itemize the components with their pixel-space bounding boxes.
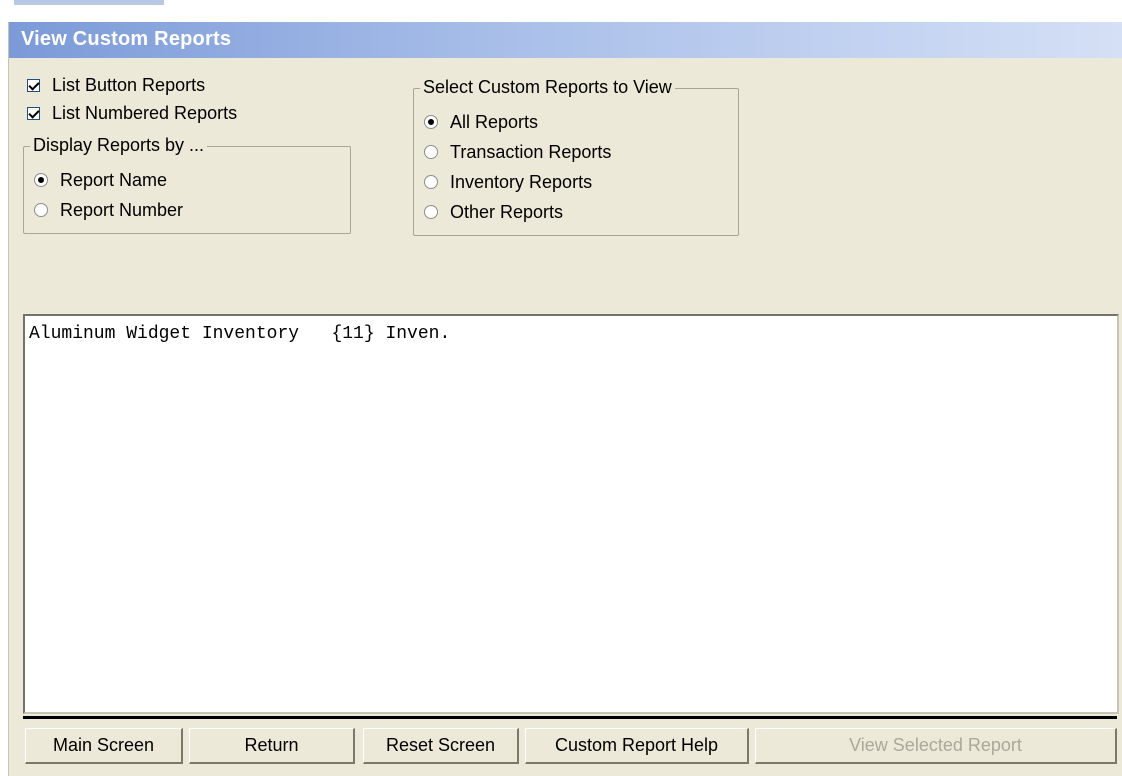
radio-transaction-reports[interactable]: Transaction Reports [424, 139, 611, 165]
display-reports-by-group: Display Reports by ... Report Name Repor… [23, 135, 351, 234]
select-custom-reports-legend: Select Custom Reports to View [420, 77, 675, 98]
custom-report-help-button[interactable]: Custom Report Help [525, 728, 749, 764]
title-bar[interactable]: View Custom Reports [9, 22, 1122, 58]
select-custom-reports-group: Select Custom Reports to View All Report… [413, 77, 739, 236]
radio-unselected-icon [424, 145, 438, 159]
list-numbered-reports-label: List Numbered Reports [52, 102, 238, 123]
list-item[interactable]: Aluminum Widget Inventory {11} Inven. [29, 324, 450, 344]
checkbox-check-icon [27, 78, 40, 92]
main-screen-button[interactable]: Main Screen [25, 728, 183, 764]
radio-unselected-icon [424, 205, 438, 219]
view-selected-report-button[interactable]: View Selected Report [755, 728, 1117, 764]
background-strip [0, 0, 1122, 22]
radio-unselected-icon [34, 203, 48, 217]
separator-line [23, 716, 1117, 719]
display-reports-by-legend: Display Reports by ... [30, 135, 208, 156]
radio-report-number-label: Report Number [60, 199, 184, 220]
radio-report-name-label: Report Name [60, 169, 168, 190]
radio-inventory-reports-label: Inventory Reports [450, 171, 593, 192]
list-button-reports-label: List Button Reports [52, 74, 206, 95]
return-button[interactable]: Return [189, 728, 355, 764]
radio-other-reports-label: Other Reports [450, 201, 564, 222]
radio-selected-icon [424, 115, 438, 129]
window-title: View Custom Reports [21, 28, 232, 50]
report-listbox[interactable]: Aluminum Widget Inventory {11} Inven. [23, 314, 1119, 714]
radio-selected-icon [34, 173, 48, 187]
reset-screen-button[interactable]: Reset Screen [363, 728, 519, 764]
background-fragment [14, 0, 164, 5]
radio-unselected-icon [424, 175, 438, 189]
checkbox-check-icon [27, 106, 40, 120]
radio-inventory-reports[interactable]: Inventory Reports [424, 169, 592, 195]
radio-other-reports[interactable]: Other Reports [424, 199, 563, 225]
view-custom-reports-window: View Custom Reports List Button Reports … [8, 22, 1122, 776]
list-button-reports-checkbox[interactable]: List Button Reports [27, 72, 205, 98]
list-numbered-reports-checkbox[interactable]: List Numbered Reports [27, 100, 237, 126]
radio-transaction-reports-label: Transaction Reports [450, 141, 612, 162]
radio-all-reports-label: All Reports [450, 111, 539, 132]
radio-all-reports[interactable]: All Reports [424, 109, 538, 135]
radio-report-number[interactable]: Report Number [34, 197, 183, 223]
radio-report-name[interactable]: Report Name [34, 167, 167, 193]
